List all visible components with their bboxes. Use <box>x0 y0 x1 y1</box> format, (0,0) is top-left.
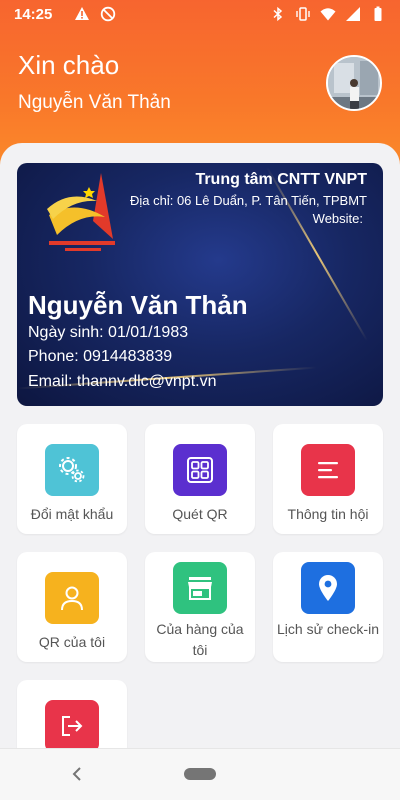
card-phone: Phone: 0914483839 <box>28 348 173 365</box>
gears-icon <box>45 444 99 496</box>
card-holder-name: Nguyễn Văn Thản <box>28 290 248 320</box>
card-organization: Trung tâm CNTT VNPT <box>195 171 367 188</box>
menu-my-store[interactable]: Của hàng của tôi <box>145 552 255 662</box>
system-navigation-bar <box>0 748 400 800</box>
menu-association-info[interactable]: Thông tin hội <box>273 424 383 534</box>
menu-label: QR của tôi <box>38 634 106 650</box>
logout-icon <box>45 700 99 752</box>
battery-icon <box>374 6 382 21</box>
menu-my-qr[interactable]: QR của tôi <box>17 552 127 662</box>
vibrate-icon <box>296 7 310 21</box>
menu-label: Đổi mật khẩu <box>30 506 114 522</box>
menu-checkin-history[interactable]: Lịch sử check-in <box>273 552 383 662</box>
qr-grid-icon <box>173 444 227 496</box>
back-icon[interactable] <box>68 763 86 785</box>
association-logo <box>47 173 115 251</box>
wifi-icon <box>320 8 336 21</box>
member-card: Trung tâm CNTT VNPT Địa chỉ: 06 Lê Duẩn,… <box>17 163 383 406</box>
home-pill-button[interactable] <box>184 768 216 780</box>
no-disturb-icon <box>101 6 116 22</box>
menu-label: Lịch sử check-in <box>277 621 379 637</box>
card-address: Địa chỉ: 06 Lê Duẩn, P. Tân Tiến, TPBMT <box>129 193 367 208</box>
menu-label: Thông tin hội <box>287 506 369 522</box>
menu-change-password[interactable]: Đổi mật khẩu <box>17 424 127 534</box>
avatar[interactable] <box>326 55 382 111</box>
menu-label: Quét QR <box>172 506 228 522</box>
header-user-name: Nguyễn Văn Thản <box>18 92 171 113</box>
status-time: 14:25 <box>14 5 53 23</box>
location-pin-icon <box>301 562 355 614</box>
signal-icon <box>346 7 360 21</box>
bluetooth-icon <box>273 6 283 22</box>
status-bar: 14:25 <box>0 0 400 28</box>
menu-label: Của hàng của tôi <box>156 621 244 658</box>
warning-icon <box>75 7 90 20</box>
text-lines-icon <box>301 444 355 496</box>
card-website: Website: <box>312 211 363 226</box>
user-icon <box>45 572 99 624</box>
greeting: Xin chào <box>18 50 120 80</box>
card-dob: Ngày sinh: 01/01/1983 <box>28 324 189 341</box>
store-icon <box>173 562 227 614</box>
card-email: Email: thannv.dlc@vnpt.vn <box>28 373 217 390</box>
menu-scan-qr[interactable]: Quét QR <box>145 424 255 534</box>
